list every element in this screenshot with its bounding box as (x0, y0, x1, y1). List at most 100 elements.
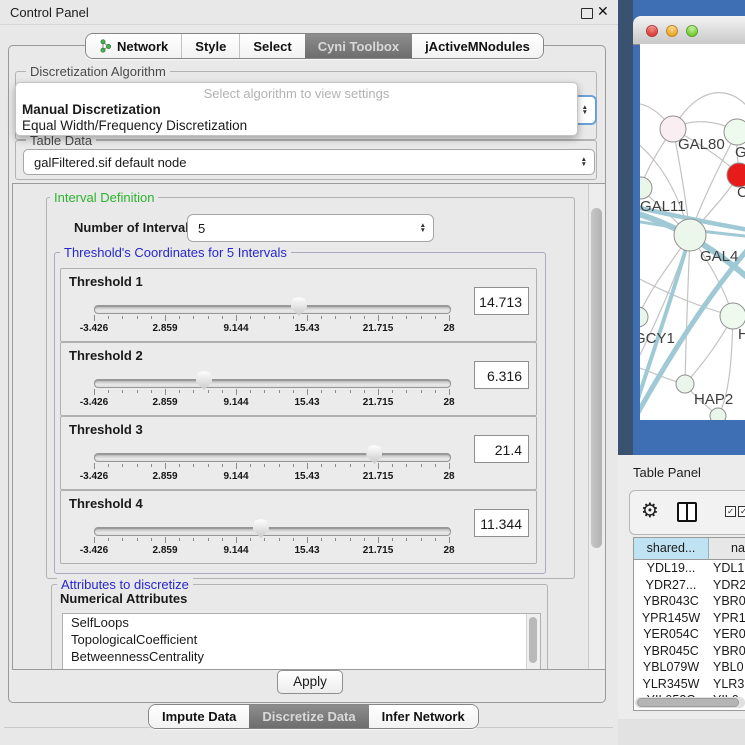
popup-item-manual-discretization[interactable]: Manual Discretization (22, 102, 161, 117)
network-node[interactable] (640, 307, 648, 327)
node-label-gcy1: GCY1 (640, 330, 675, 347)
tick-mark (421, 316, 422, 319)
tick-mark (321, 316, 322, 319)
number-of-intervals-select[interactable]: 5 ▲▼ (187, 214, 434, 242)
tick-mark (151, 390, 152, 393)
column-header-shared-name[interactable]: shared... (634, 538, 709, 559)
tick-mark (165, 537, 166, 543)
table-row[interactable]: YLR345WYLR3 (634, 676, 745, 693)
threshold-4-value-field[interactable]: 11.344 (474, 509, 529, 537)
tick-mark (208, 538, 209, 541)
threshold-1-value-field[interactable]: 14.713 (474, 287, 529, 315)
tick-label: 21.715 (363, 323, 394, 334)
network-node[interactable] (640, 177, 652, 199)
zoom-window-button[interactable] (686, 25, 698, 37)
attribute-item-topologicalcoefficient[interactable]: TopologicalCoefficient (63, 631, 540, 648)
interval-definition-group: Interval Definition Number of Intervals … (46, 197, 575, 579)
tick-mark (421, 538, 422, 541)
minimize-window-button[interactable] (666, 25, 678, 37)
settings-vertical-scrollbar[interactable] (588, 184, 605, 669)
table-data-value: galFiltered.sif default node (24, 155, 581, 170)
tab-cyni-toolbox[interactable]: Cyni Toolbox (305, 34, 412, 58)
apply-button[interactable]: Apply (277, 670, 343, 694)
threshold-2-value-field[interactable]: 6.316 (474, 361, 529, 389)
network-node[interactable] (676, 375, 694, 393)
network-node[interactable] (674, 219, 706, 251)
split-columns-icon[interactable] (677, 502, 697, 522)
tick-mark (122, 316, 123, 319)
tick-mark (264, 538, 265, 541)
number-of-intervals-value: 5 (188, 221, 420, 236)
tick-mark (293, 538, 294, 541)
panel-title: Control Panel (10, 5, 89, 20)
tick-mark (179, 464, 180, 467)
threshold-2-slider[interactable] (94, 379, 451, 388)
tick-mark (208, 390, 209, 393)
column-header-name[interactable]: na (709, 538, 745, 559)
table-row[interactable]: YBL079WYBL0 (634, 659, 745, 676)
table-row[interactable]: YDR27...YDR2 (634, 577, 745, 594)
bottom-tab-infer-network[interactable]: Infer Network (369, 705, 478, 728)
checkbox-icon[interactable]: ✓ (738, 506, 745, 517)
cell-shared-name: YBL079W (634, 659, 709, 676)
table-row[interactable]: YPR145WYPR1 (634, 610, 745, 627)
popup-item-equal-width-frequency[interactable]: Equal Width/Frequency Discretization (22, 118, 247, 133)
attribute-item-betweennesscentrality[interactable]: BetweennessCentrality (63, 648, 540, 665)
threshold-3-slider[interactable] (94, 453, 451, 462)
attribute-item-selfloops[interactable]: SelfLoops (63, 614, 540, 631)
network-canvas[interactable]: GAL80GACGAL11GAL4GCY1HHAP2 (640, 44, 745, 420)
close-window-button[interactable] (646, 25, 658, 37)
tick-mark (350, 464, 351, 467)
attributes-list-scrollbar[interactable] (526, 614, 540, 670)
tick-label: -3.426 (80, 323, 108, 334)
tick-mark (193, 316, 194, 319)
tick-mark (435, 390, 436, 393)
threshold-1-label: Threshold 1 (69, 274, 143, 289)
tick-label: 2.859 (152, 471, 177, 482)
threshold-4-panel: Threshold 4-3.4262.8599.14415.4321.71528… (60, 490, 537, 564)
tick-mark (165, 463, 166, 469)
table-row[interactable]: YBR045CYBR0 (634, 643, 745, 660)
checkbox-icon[interactable]: ✓ (725, 506, 736, 517)
network-edge[interactable] (685, 235, 690, 384)
tick-mark (321, 390, 322, 393)
float-window-icon[interactable] (581, 8, 593, 19)
number-of-intervals-label: Number of Intervals (74, 220, 196, 235)
tick-mark (165, 315, 166, 321)
table-row[interactable]: YBR043CYBR0 (634, 593, 745, 610)
bottom-tab-impute-data[interactable]: Impute Data (149, 705, 249, 728)
close-icon[interactable]: ✕ (597, 3, 609, 20)
tick-mark (264, 390, 265, 393)
network-edge[interactable] (640, 275, 733, 316)
tab-select[interactable]: Select (239, 34, 304, 58)
control-panel: Control Panel ✕ NetworkStyleSelectCyni T… (0, 0, 618, 745)
table-horizontal-scrollbar[interactable] (635, 697, 745, 708)
threshold-3-value-field[interactable]: 21.4 (474, 435, 529, 463)
threshold-4-slider[interactable] (94, 527, 451, 536)
tick-mark (449, 315, 450, 321)
gear-icon[interactable]: ⚙ (641, 498, 659, 524)
tab-jactivemnodules[interactable]: jActiveMNodules (412, 34, 543, 58)
network-node[interactable] (724, 119, 745, 145)
tick-mark (137, 390, 138, 393)
tab-style[interactable]: Style (181, 34, 239, 58)
table-data-select[interactable]: galFiltered.sif default node ▲▼ (23, 149, 595, 175)
tick-mark (208, 316, 209, 319)
tick-mark (350, 538, 351, 541)
tab-network[interactable]: Network (86, 34, 181, 58)
network-node[interactable] (710, 408, 726, 420)
bottom-tab-discretize-data[interactable]: Discretize Data (249, 705, 368, 728)
cell-shared-name: YBR043C (634, 593, 709, 610)
tick-mark (179, 538, 180, 541)
table-row[interactable]: YDL19...YDL1 (634, 560, 745, 577)
network-window-titlebar[interactable] (633, 16, 745, 45)
tick-mark (406, 316, 407, 319)
node-label-gal80: GAL80 (678, 136, 725, 153)
node-table: shared... na YDL19...YDL1YDR27...YDR2YBR… (633, 537, 745, 711)
table-row[interactable]: YER054CYER0 (634, 626, 745, 643)
tick-label: 28 (443, 545, 454, 556)
tick-label: 15.43 (294, 471, 319, 482)
node-label-gal4: GAL4 (700, 248, 738, 265)
threshold-1-slider[interactable] (94, 305, 451, 314)
tick-mark (236, 463, 237, 469)
